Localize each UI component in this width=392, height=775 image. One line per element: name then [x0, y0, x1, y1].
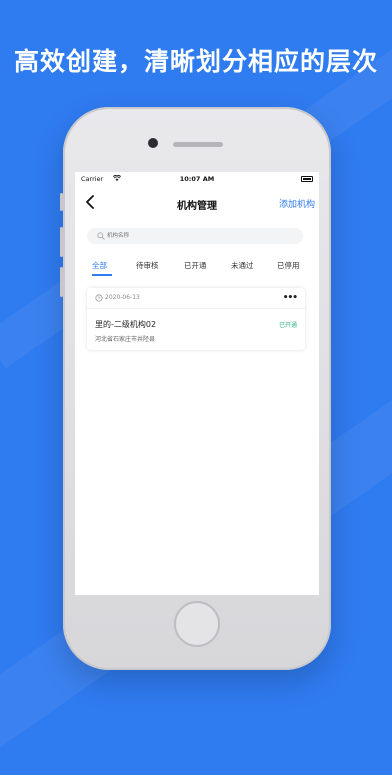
clock-icon	[95, 294, 103, 302]
card-header: 2020-06-13 •••	[87, 288, 305, 309]
phone-volume-up	[60, 227, 63, 257]
battery-icon	[301, 176, 313, 182]
tab-activated[interactable]: 已开通	[184, 260, 207, 271]
tab-disabled[interactable]: 已停用	[277, 260, 300, 271]
active-tab-indicator	[92, 274, 112, 276]
phone-mockup: Carrier 10:07 AM 机构管理 添加机构 全部	[60, 107, 331, 670]
card-date: 2020-06-13	[105, 294, 140, 301]
phone-home-button	[174, 601, 220, 647]
search-icon	[97, 232, 105, 240]
tab-pending-review[interactable]: 待审核	[136, 260, 159, 271]
organization-address: 河北省石家庄市井陉县	[95, 336, 156, 343]
status-badge: 已开通	[278, 322, 297, 329]
app-screen: Carrier 10:07 AM 机构管理 添加机构 全部	[75, 172, 319, 595]
organization-name: 里的-二级机构02	[95, 320, 157, 329]
search-input[interactable]	[107, 228, 292, 244]
status-bar: Carrier 10:07 AM	[75, 172, 319, 186]
phone-camera	[148, 138, 158, 148]
phone-side-button	[60, 193, 63, 211]
search-bar[interactable]	[87, 228, 303, 244]
tab-rejected[interactable]: 未通过	[231, 260, 254, 271]
more-icon[interactable]: •••	[283, 293, 298, 303]
phone-speaker	[173, 142, 223, 147]
organization-card[interactable]: 2020-06-13 ••• 里的-二级机构02 已开通 河北省石家庄市井陉县	[87, 288, 305, 350]
status-time: 10:07 AM	[179, 175, 215, 183]
phone-volume-down	[60, 267, 63, 297]
add-organization-button[interactable]: 添加机构	[279, 197, 315, 210]
headline: 高效创建，清晰划分相应的层次	[13, 47, 378, 76]
tab-all[interactable]: 全部	[92, 260, 107, 271]
nav-bar: 机构管理 添加机构	[75, 186, 319, 220]
filter-tabs: 全部 待审核 已开通 未通过 已停用	[75, 252, 319, 278]
